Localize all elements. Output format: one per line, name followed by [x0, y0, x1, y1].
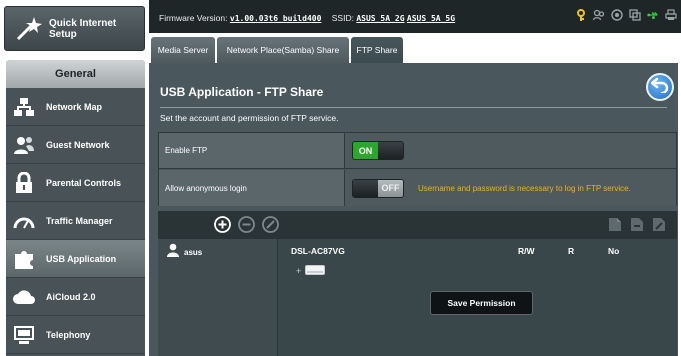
sidebar-item-label: Network Map	[46, 101, 103, 112]
firmware-label: Firmware Version:	[159, 13, 228, 23]
toggle-off-label: OFF	[378, 179, 403, 197]
globe-icon[interactable]	[611, 9, 623, 21]
user-list-item[interactable]: asus	[166, 243, 202, 262]
delete-account-icon[interactable]	[238, 216, 255, 233]
sidebar-item-label: Parental Controls	[46, 177, 122, 188]
enable-ftp-toggle[interactable]: ON	[352, 141, 404, 160]
folder-add-icon[interactable]	[606, 216, 623, 233]
ssid-5g-link[interactable]: ASUS_5A_5G	[407, 14, 455, 23]
device-name: DSL-AC87VG	[291, 246, 345, 256]
sidebar-item-label: Telephony	[46, 329, 91, 340]
usb-icon[interactable]	[647, 9, 659, 21]
ftp-settings-table: Enable FTP ON Allow anonymous login OFF …	[158, 132, 677, 206]
sidebar-item-parental-controls[interactable]: Parental Controls	[6, 164, 145, 202]
sidebar-item-aicloud[interactable]: AiCloud 2.0	[6, 278, 145, 316]
toggle-knob	[378, 142, 403, 159]
page-title: USB Application - FTP Share	[160, 85, 324, 99]
toggle-on-label: ON	[353, 142, 378, 159]
add-account-icon[interactable]	[214, 216, 231, 233]
key-icon[interactable]	[575, 8, 587, 21]
general-header: General	[6, 60, 145, 88]
page-description: Set the account and permission of FTP se…	[160, 113, 339, 123]
account-permission-body: asus DSL-AC87VG R/W R No + Save Permissi…	[158, 239, 677, 356]
toggle-knob	[353, 179, 378, 197]
drive-icon	[305, 262, 326, 280]
anonymous-login-label: Allow anonymous login	[159, 170, 345, 206]
perm-header-no: No	[608, 246, 620, 256]
quick-internet-setup-button[interactable]: Quick Internet Setup	[4, 6, 145, 51]
sidebar-item-traffic-manager[interactable]: Traffic Manager	[6, 202, 145, 240]
sidebar-item-telephony[interactable]: Telephony	[6, 316, 145, 354]
edit-account-icon[interactable]	[262, 216, 279, 233]
perm-header-rw: R/W	[518, 246, 535, 256]
guest-network-icon	[12, 133, 36, 157]
magic-wand-icon	[13, 14, 43, 44]
puzzle-icon	[12, 247, 36, 271]
title-divider	[160, 107, 667, 108]
sidebar-item-label: AiCloud 2.0	[46, 291, 96, 302]
top-status-bar: Firmware Version: v1.00.03t6_build400 SS…	[149, 0, 681, 33]
gauge-icon	[12, 209, 36, 233]
usb-drive-item[interactable]: +	[296, 262, 326, 280]
back-arrow-icon	[649, 77, 669, 98]
ssid-2g-link[interactable]: ASUS_5A_2G	[356, 14, 404, 23]
copy-icon[interactable]	[629, 9, 641, 21]
user-list: asus	[158, 239, 278, 356]
tab-samba-share[interactable]: Network Place(Samba) Share	[217, 37, 349, 63]
folder-edit-icon[interactable]	[650, 216, 667, 233]
save-permission-button[interactable]: Save Permission	[430, 291, 533, 315]
anonymous-login-value: OFF Username and password is necessary t…	[345, 170, 676, 206]
status-icons	[575, 8, 677, 21]
sidebar-item-guest-network[interactable]: Guest Network	[6, 126, 145, 164]
folder-delete-icon[interactable]	[628, 216, 645, 233]
sidebar-item-label: USB Application	[46, 253, 117, 264]
sidebar-item-network-map[interactable]: Network Map	[6, 88, 145, 126]
enable-ftp-row: Enable FTP ON	[159, 133, 676, 169]
firmware-info: Firmware Version: v1.00.03t6_build400 SS…	[159, 13, 455, 23]
tab-bar: Media Server Network Place(Samba) Share …	[149, 33, 681, 63]
quick-internet-setup-label: Quick Internet Setup	[49, 17, 117, 40]
printer-icon[interactable]	[665, 9, 677, 21]
user-name: asus	[184, 248, 203, 257]
account-toolbar	[158, 211, 677, 239]
anonymous-login-row: Allow anonymous login OFF Username and p…	[159, 170, 676, 206]
network-map-icon	[12, 95, 36, 119]
back-button[interactable]	[646, 73, 674, 101]
ssid-label: SSID:	[331, 13, 354, 23]
enable-ftp-label: Enable FTP	[159, 133, 345, 168]
sidebar-item-label: Guest Network	[46, 139, 110, 150]
account-permission-panel: asus DSL-AC87VG R/W R No + Save Permissi…	[158, 211, 677, 356]
sidebar-item-usb-application[interactable]: USB Application	[6, 240, 145, 278]
perm-header-r: R	[568, 246, 575, 256]
anonymous-login-toggle[interactable]: OFF	[352, 178, 404, 198]
tab-media-server[interactable]: Media Server	[151, 37, 215, 63]
sidebar-item-label: Traffic Manager	[46, 215, 113, 226]
expand-icon[interactable]: +	[296, 266, 301, 276]
enable-ftp-value: ON	[345, 133, 676, 168]
sidebar: Quick Internet Setup General Network Map…	[0, 0, 149, 356]
lock-icon	[12, 171, 36, 195]
firmware-version-link[interactable]: v1.00.03t6_build400	[230, 14, 322, 23]
clients-icon[interactable]	[593, 9, 605, 21]
general-menu: General Network Map Guest Network Parent…	[6, 60, 145, 356]
user-icon	[166, 243, 180, 262]
main-content: USB Application - FTP Share Set the acco…	[149, 63, 678, 356]
tab-ftp-share[interactable]: FTP Share	[351, 37, 403, 63]
cloud-icon	[12, 285, 36, 309]
telephony-icon	[12, 323, 36, 347]
anonymous-login-warning: Username and password is necessary to lo…	[418, 183, 631, 193]
